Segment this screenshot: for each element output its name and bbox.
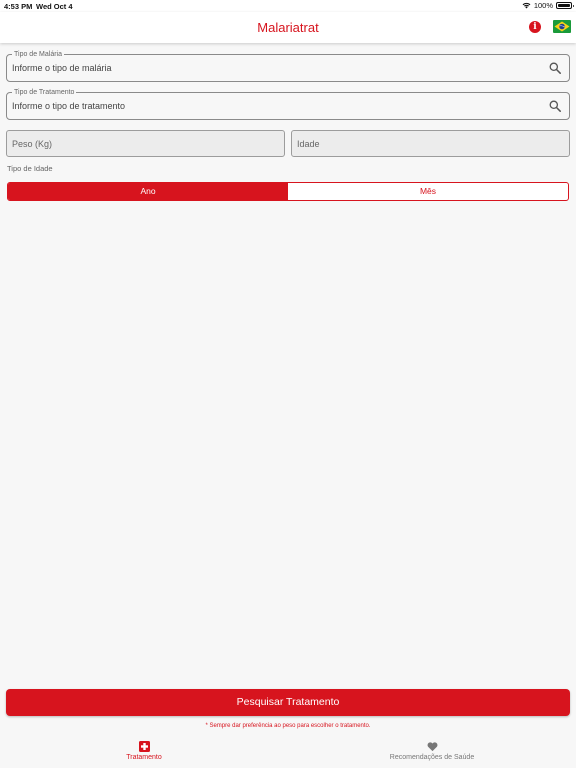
search-treatment-button[interactable]: Pesquisar Tratamento	[6, 689, 570, 716]
tab-bar: Tratamento Recomendações de Saúde	[0, 736, 576, 768]
segment-month[interactable]: Mês	[288, 183, 568, 200]
status-indicators: 100%	[522, 1, 574, 10]
treatment-type-field[interactable]: Tipo de Tratamento Informe o tipo de tra…	[6, 88, 570, 120]
heart-icon	[427, 742, 437, 752]
tab-treatment[interactable]: Tratamento	[104, 736, 184, 768]
tab-treatment-label: Tratamento	[126, 754, 162, 761]
battery-icon	[556, 2, 574, 9]
weight-input[interactable]: Peso (Kg)	[6, 130, 285, 157]
malaria-type-value: Informe o tipo de malária	[12, 63, 112, 73]
footnote: * Sempre dar preferência ao peso para es…	[205, 723, 371, 729]
app-title: Malariatrat	[257, 20, 319, 35]
treatment-type-legend: Tipo de Tratamento	[12, 88, 77, 97]
search-icon[interactable]	[549, 62, 561, 74]
malaria-type-legend: Tipo de Malária	[12, 50, 64, 59]
app-header: Malariatrat i	[0, 12, 576, 43]
medical-cross-icon	[138, 741, 150, 752]
malaria-type-field[interactable]: Tipo de Malária Informe o tipo de malári…	[6, 50, 570, 82]
brazil-flag-icon[interactable]	[553, 20, 571, 33]
status-time: 4:53 PM	[4, 2, 33, 11]
age-type-label: Tipo de Idade	[7, 164, 53, 173]
age-input[interactable]: Idade	[291, 130, 570, 157]
battery-percent: 100%	[533, 1, 553, 10]
status-bar: 4:53 PM Wed Oct 4 100%	[0, 0, 576, 12]
treatment-type-value: Informe o tipo de tratamento	[12, 101, 126, 111]
age-type-segmented-control: Ano Mês	[7, 182, 569, 201]
weight-placeholder: Peso (Kg)	[12, 139, 53, 149]
status-date: Wed Oct 4	[36, 2, 73, 11]
age-placeholder: Idade	[297, 139, 320, 149]
wifi-icon	[522, 2, 531, 9]
info-icon[interactable]: i	[529, 21, 541, 33]
search-icon[interactable]	[549, 100, 561, 112]
tab-recommendations-label: Recomendações de Saúde	[389, 754, 475, 761]
segment-year[interactable]: Ano	[8, 183, 288, 200]
tab-recommendations[interactable]: Recomendações de Saúde	[362, 736, 502, 768]
